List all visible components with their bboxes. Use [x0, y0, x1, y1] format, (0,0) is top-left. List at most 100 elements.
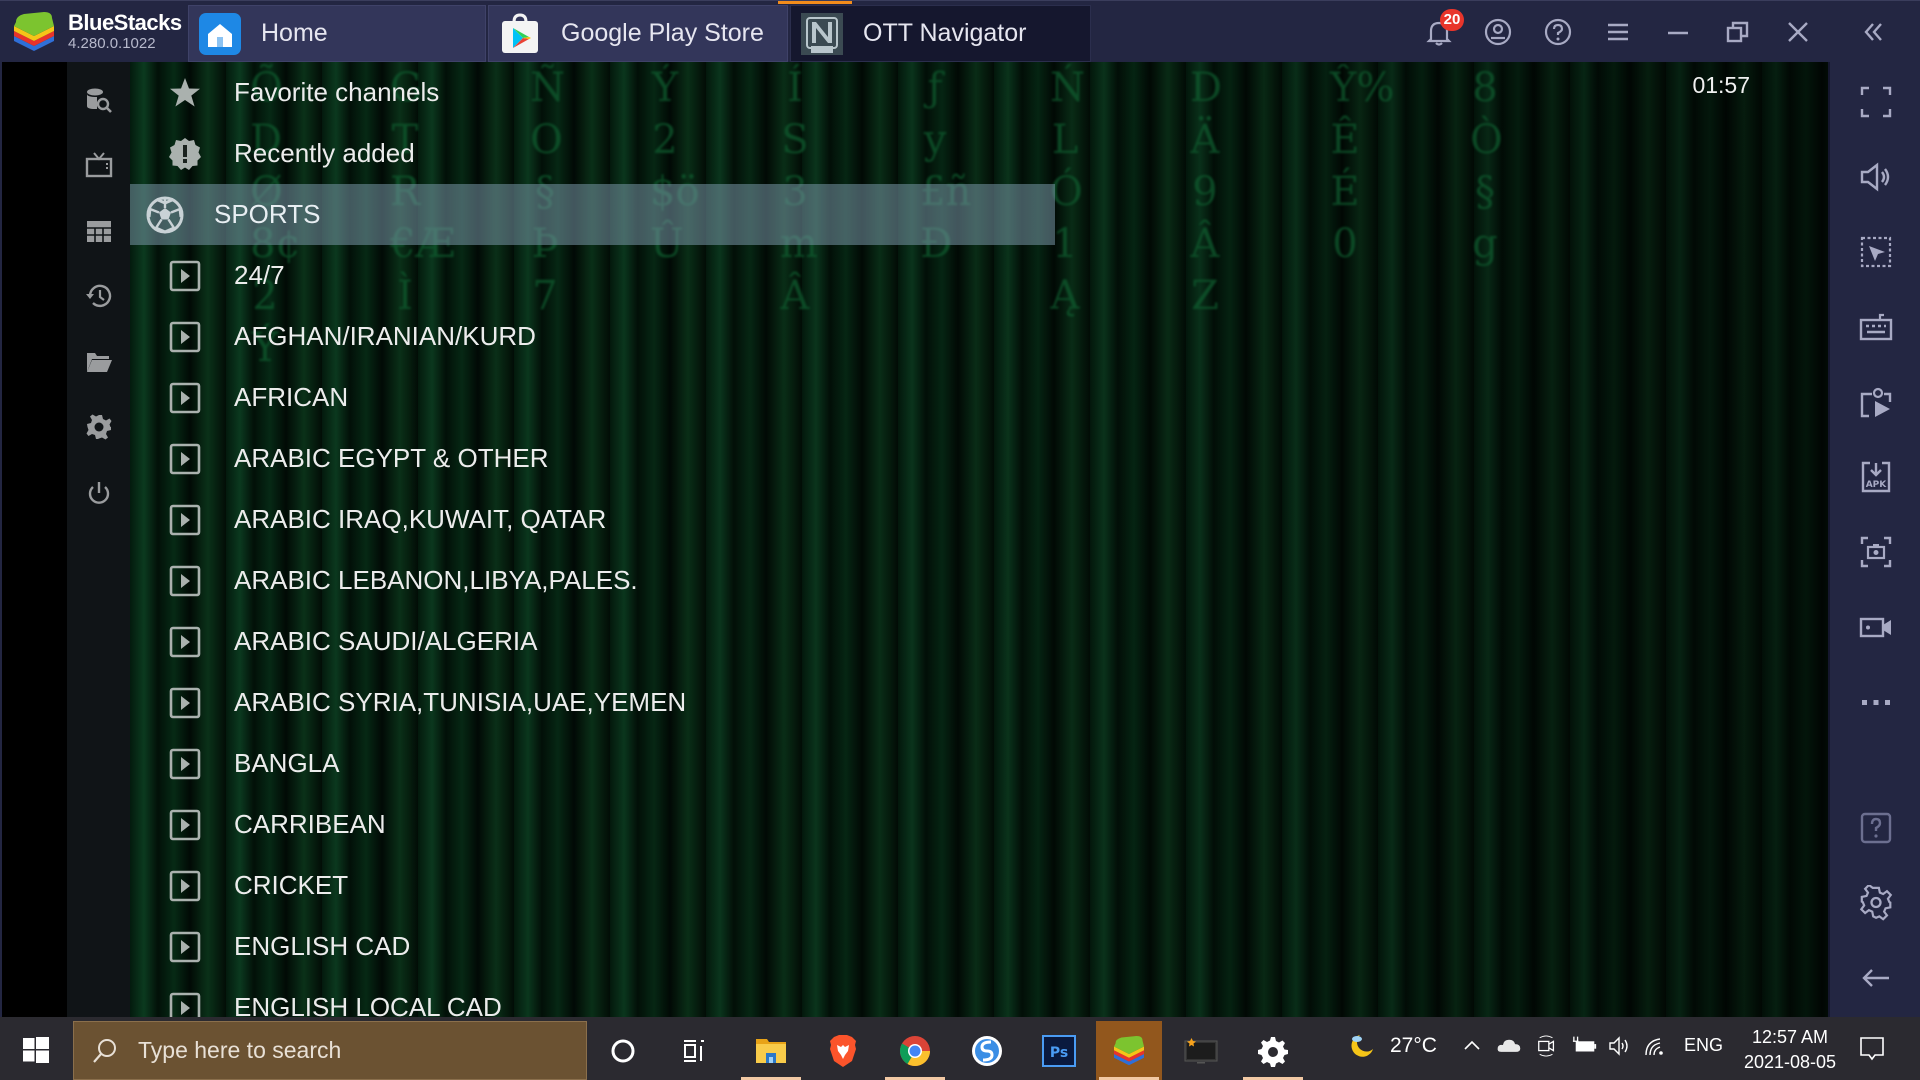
close-button[interactable]: [1779, 13, 1817, 51]
clock: 01:57: [1692, 72, 1750, 98]
minimize-button[interactable]: [1659, 13, 1697, 51]
simplenote-button[interactable]: [954, 1021, 1020, 1080]
tv-icon[interactable]: [81, 147, 117, 183]
category-label: 24/7: [234, 260, 285, 290]
start-button[interactable]: [10, 1025, 62, 1075]
matrix-column: DÄ9ÂZ: [1190, 65, 1223, 319]
more-icon[interactable]: [1856, 682, 1896, 722]
chrome-button[interactable]: [882, 1021, 948, 1080]
notifications-button[interactable]: 20: [1420, 9, 1464, 51]
category-list-item[interactable]: 24/7: [130, 245, 1060, 306]
chevron-up-icon: [1464, 1040, 1480, 1050]
history-icon[interactable]: [81, 278, 117, 314]
help-button[interactable]: [1539, 13, 1577, 51]
category-list-item[interactable]: BANGLA: [130, 733, 1060, 794]
task-view-button[interactable]: [662, 1021, 728, 1080]
network-tray[interactable]: [1644, 1035, 1668, 1057]
taskbar-clock[interactable]: 12:57 AM 2021-08-05: [1720, 1025, 1860, 1075]
restore-button[interactable]: [1719, 13, 1757, 51]
cortana-button[interactable]: [590, 1021, 656, 1080]
brave-icon: [830, 1034, 856, 1067]
category-list-item[interactable]: ARABIC IRAQ,KUWAIT, QATAR: [130, 489, 1060, 550]
screenshot-icon[interactable]: [1856, 532, 1896, 572]
category-list-item[interactable]: AFRICAN: [130, 367, 1060, 428]
matrix-column: 8Ò§g: [1470, 65, 1503, 267]
grid-icon[interactable]: [81, 213, 117, 249]
category-label: ARABIC EGYPT & OTHER: [234, 443, 549, 473]
play-box-icon: [168, 808, 202, 842]
select-pointer-icon[interactable]: [1856, 232, 1896, 272]
fullscreen-icon[interactable]: [1856, 82, 1896, 122]
play-box-icon: [168, 930, 202, 964]
category-list-item[interactable]: SPORTS: [130, 184, 1055, 245]
tv-app-button[interactable]: [1168, 1021, 1234, 1080]
weather-temperature: 27°C: [1390, 1034, 1437, 1057]
tv-app-icon: [1184, 1037, 1218, 1063]
action-center-button[interactable]: [1852, 1029, 1892, 1069]
category-list-item[interactable]: CRICKET: [130, 855, 1060, 916]
category-list-item[interactable]: CARRIBEAN: [130, 794, 1060, 855]
tab-google-play-store[interactable]: Google Play Store: [488, 5, 788, 62]
bluestacks-logo-icon: [14, 12, 54, 51]
settings-icon[interactable]: [81, 409, 117, 445]
bluestacks-side-toolbar: APK: [1828, 62, 1920, 1017]
settings-icon[interactable]: [1856, 883, 1896, 923]
category-list-item[interactable]: ARABIC LEBANON,LIBYA,PALES.: [130, 550, 1060, 611]
active-tab-indicator: [778, 1, 852, 4]
star-icon: [168, 76, 202, 110]
back-arrow-icon[interactable]: [1856, 958, 1896, 998]
media-manager-icon[interactable]: [1856, 382, 1896, 422]
windows-taskbar: Type here to search Ps 27°C ENG 12:57 AM…: [0, 1017, 1920, 1080]
install-apk-icon[interactable]: APK: [1856, 457, 1896, 497]
category-label: ARABIC IRAQ,KUWAIT, QATAR: [234, 504, 607, 534]
category-list-item[interactable]: Favorite channels: [130, 62, 1060, 123]
input-language[interactable]: ENG: [1684, 1035, 1723, 1056]
category-list-item[interactable]: AFGHAN/IRANIAN/KURD: [130, 306, 1060, 367]
simplenote-icon: [972, 1035, 1002, 1066]
category-list-item[interactable]: Recently added: [130, 123, 1060, 184]
close-icon: [1788, 22, 1808, 42]
tab-ott-navigator[interactable]: OTT Navigator: [790, 5, 1091, 62]
taskbar-time: 12:57 AM: [1751, 1027, 1829, 1047]
play-box-icon: [168, 625, 202, 659]
weather-widget[interactable]: 27°C: [1346, 1031, 1437, 1061]
screen-margin: [0, 62, 67, 1017]
category-label: ARABIC SAUDI/ALGERIA: [234, 626, 538, 656]
collapse-sidebar-button[interactable]: [1855, 13, 1893, 51]
help-icon: [1544, 18, 1572, 46]
volume-icon[interactable]: [1856, 157, 1896, 197]
search-database-icon[interactable]: [81, 82, 117, 118]
power-icon[interactable]: [81, 475, 117, 511]
settings-icon: [1258, 1036, 1288, 1067]
battery-tray[interactable]: [1572, 1035, 1598, 1055]
show-hidden-icons[interactable]: [1462, 1035, 1482, 1055]
record-video-icon[interactable]: [1856, 607, 1896, 647]
help-box-icon[interactable]: [1856, 808, 1896, 848]
play-box-icon: [168, 503, 202, 537]
task-view-icon: [684, 1039, 704, 1062]
category-list-item[interactable]: ARABIC SAUDI/ALGERIA: [130, 611, 1060, 672]
play-box-icon: [168, 259, 202, 293]
keyboard-icon[interactable]: [1856, 307, 1896, 347]
category-label: CRICKET: [234, 870, 349, 900]
onedrive-tray[interactable]: [1496, 1035, 1522, 1055]
category-list-item[interactable]: ENGLISH LOCAL CAD: [130, 977, 1060, 1017]
play-store-icon: [499, 12, 541, 55]
account-button[interactable]: [1479, 13, 1517, 51]
settings-taskbar-button[interactable]: [1240, 1021, 1306, 1080]
folder-icon[interactable]: [81, 344, 117, 380]
menu-button[interactable]: [1599, 13, 1637, 51]
category-list-item[interactable]: ARABIC EGYPT & OTHER: [130, 428, 1060, 489]
search-icon: [93, 1038, 116, 1063]
taskbar-search-box[interactable]: Type here to search: [73, 1021, 587, 1080]
double-chevron-left-icon: [1864, 23, 1882, 41]
meet-now-tray[interactable]: [1536, 1033, 1558, 1059]
category-list-item[interactable]: ENGLISH CAD: [130, 916, 1060, 977]
category-list-item[interactable]: ARABIC SYRIA,TUNISIA,UAE,YEMEN: [130, 672, 1060, 733]
file-explorer-button[interactable]: [738, 1021, 804, 1080]
photoshop-button[interactable]: Ps: [1026, 1021, 1092, 1080]
volume-tray[interactable]: [1608, 1035, 1632, 1057]
brave-button[interactable]: [810, 1021, 876, 1080]
tab-home[interactable]: Home: [188, 5, 486, 62]
bluestacks-taskbar-button[interactable]: [1096, 1021, 1162, 1080]
